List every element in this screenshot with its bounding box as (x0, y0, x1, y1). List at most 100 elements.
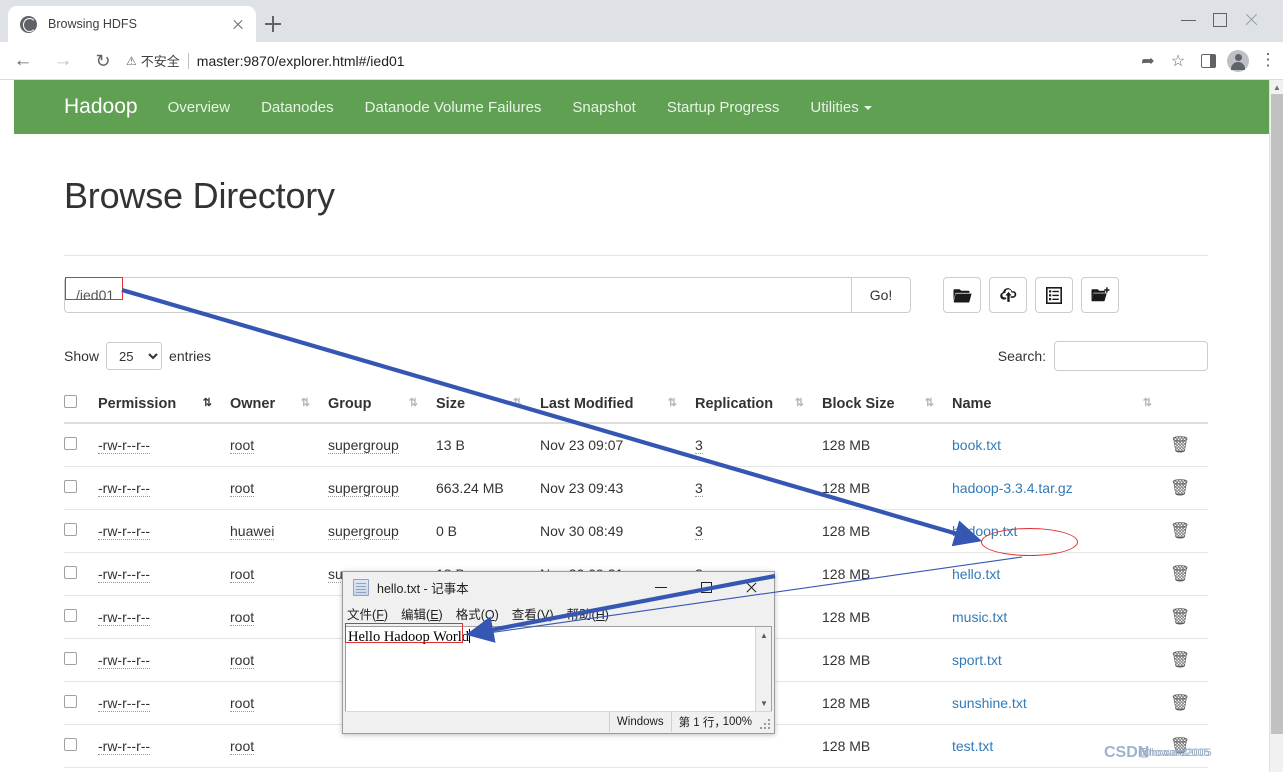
owner-value[interactable]: root (230, 480, 255, 497)
nav-link-snapshot[interactable]: Snapshot (572, 99, 635, 116)
file-link[interactable]: music.txt (952, 609, 1007, 625)
forward-button[interactable]: → (46, 44, 80, 78)
nav-dropdown-utilities[interactable]: Utilities (810, 99, 872, 116)
file-link[interactable]: hadoop-3.3.4.tar.gz (952, 480, 1073, 496)
notepad-scroll-up-icon[interactable]: ▲ (756, 627, 772, 643)
group-value[interactable]: supergroup (328, 480, 399, 497)
path-input[interactable] (64, 277, 851, 313)
permission-value[interactable]: -rw-r--r-- (98, 523, 151, 540)
permission-value[interactable]: -rw-r--r-- (98, 609, 151, 626)
window-maximize-button[interactable] (1189, 0, 1235, 40)
notepad-scroll-down-icon[interactable]: ▼ (756, 695, 772, 711)
hadoop-brand[interactable]: Hadoop (64, 95, 138, 119)
browser-tab[interactable]: Browsing HDFS (8, 6, 256, 42)
row-checkbox[interactable] (64, 695, 77, 708)
notepad-menu-view[interactable]: 查看(V) (512, 604, 554, 623)
nav-link-startup-progress[interactable]: Startup Progress (667, 99, 780, 116)
notepad-text-area[interactable]: Hello Hadoop World (346, 627, 755, 711)
notepad-titlebar[interactable]: hello.txt - 记事本 (343, 572, 774, 602)
notepad-menu-file[interactable]: 文件(F) (347, 604, 388, 623)
nav-link-datanodes[interactable]: Datanodes (261, 99, 334, 116)
owner-value[interactable]: root (230, 609, 255, 626)
file-link[interactable]: test.txt (952, 738, 993, 754)
column-owner[interactable]: ⇅ Owner (230, 387, 328, 424)
new-tab-button[interactable] (262, 13, 284, 35)
trash-icon[interactable]: 🗑 (1170, 437, 1190, 454)
cloud-upload-icon[interactable] (989, 277, 1027, 313)
column-group[interactable]: ⇅ Group (328, 387, 436, 424)
permission-value[interactable]: -rw-r--r-- (98, 437, 151, 454)
tab-close-icon[interactable] (228, 14, 248, 34)
file-link[interactable]: sunshine.txt (952, 695, 1027, 711)
column-permission[interactable]: ⇅ Permission (98, 387, 230, 424)
back-button[interactable]: ← (6, 44, 40, 78)
row-checkbox[interactable] (64, 652, 77, 665)
file-link[interactable]: hadoop.txt (952, 523, 1017, 539)
new-folder-icon[interactable] (1081, 277, 1119, 313)
trash-icon[interactable]: 🗑 (1170, 609, 1190, 626)
notepad-scrollbar[interactable]: ▲ ▼ (755, 627, 771, 711)
file-link[interactable]: sport.txt (952, 652, 1002, 668)
group-value[interactable]: supergroup (328, 523, 399, 540)
notepad-resize-grip[interactable] (760, 719, 772, 731)
window-close-button[interactable] (1237, 0, 1283, 40)
owner-value[interactable]: root (230, 437, 255, 454)
nav-link-overview[interactable]: Overview (168, 99, 231, 116)
notepad-close-button[interactable] (729, 572, 774, 602)
notepad-menu-edit[interactable]: 编辑(E) (401, 604, 443, 623)
replication-value[interactable]: 3 (695, 480, 703, 497)
column-name[interactable]: ⇅ Name (952, 387, 1170, 424)
trash-icon[interactable]: 🗑 (1170, 566, 1190, 583)
notepad-window[interactable]: hello.txt - 记事本 文件(F) 编辑(E) 格式(O) 查看(V) … (342, 571, 775, 734)
group-value[interactable]: supergroup (328, 437, 399, 454)
owner-value[interactable]: root (230, 652, 255, 669)
go-button[interactable]: Go! (851, 277, 911, 313)
page-length-select[interactable]: 25 50 100 (106, 342, 163, 370)
trash-icon[interactable]: 🗑 (1170, 695, 1190, 712)
file-link[interactable]: book.txt (952, 437, 1001, 453)
notepad-menu-help[interactable]: 帮助(H) (567, 604, 609, 623)
column-block-size[interactable]: ⇅ Block Size (822, 387, 952, 424)
permission-value[interactable]: -rw-r--r-- (98, 652, 151, 669)
row-checkbox[interactable] (64, 738, 77, 751)
select-all-checkbox[interactable] (64, 395, 77, 408)
address-bar[interactable]: ⚠ 不安全 master:9870/explorer.html#/ied01 (126, 47, 1129, 75)
trash-icon[interactable]: 🗑 (1170, 480, 1190, 497)
nav-link-datanode-volume-failures[interactable]: Datanode Volume Failures (365, 99, 542, 116)
share-icon[interactable]: ➦ (1133, 46, 1163, 76)
file-link[interactable]: hello.txt (952, 566, 1000, 582)
reload-button[interactable]: ↻ (86, 44, 120, 78)
owner-value[interactable]: root (230, 566, 255, 583)
more-menu-icon[interactable]: ⋮ (1253, 46, 1283, 76)
replication-value[interactable]: 3 (695, 437, 703, 454)
trash-icon[interactable]: 🗑 (1170, 652, 1190, 669)
column-size[interactable]: ⇅ Size (436, 387, 540, 424)
notepad-maximize-button[interactable] (684, 572, 729, 602)
list-report-icon[interactable] (1035, 277, 1073, 313)
notepad-minimize-button[interactable] (639, 572, 684, 602)
bookmark-star-icon[interactable]: ☆ (1163, 46, 1193, 76)
notepad-menu-format[interactable]: 格式(O) (456, 604, 499, 623)
permission-value[interactable]: -rw-r--r-- (98, 738, 151, 755)
notepad-editor[interactable]: Hello Hadoop World ▲ ▼ (345, 626, 772, 712)
table-row[interactable]: -rw-r--r-- huawei supergroup 0 B Nov 30 08:4… (64, 509, 1208, 553)
side-panel-icon[interactable] (1193, 46, 1223, 76)
search-input[interactable] (1054, 341, 1208, 371)
replication-value[interactable]: 3 (695, 523, 703, 540)
table-row[interactable]: -rw-r--r-- root supergroup 663.24 MB Nov 23 … (64, 466, 1208, 510)
owner-value[interactable]: root (230, 738, 255, 755)
permission-value[interactable]: -rw-r--r-- (98, 480, 151, 497)
row-checkbox[interactable] (64, 437, 77, 450)
owner-value[interactable]: root (230, 695, 255, 712)
page-scrollbar[interactable]: ▲ (1269, 80, 1283, 772)
owner-value[interactable]: huawei (230, 523, 275, 540)
scrollbar-up-arrow-icon[interactable]: ▲ (1270, 80, 1283, 94)
scrollbar-thumb[interactable] (1271, 94, 1283, 734)
permission-value[interactable]: -rw-r--r-- (98, 566, 151, 583)
row-checkbox[interactable] (64, 480, 77, 493)
row-checkbox[interactable] (64, 566, 77, 579)
row-checkbox[interactable] (64, 609, 77, 622)
row-checkbox[interactable] (64, 523, 77, 536)
table-row[interactable]: -rw-r--r-- root supergroup 13 B Nov 23 09:07… (64, 423, 1208, 467)
open-folder-icon[interactable] (943, 277, 981, 313)
